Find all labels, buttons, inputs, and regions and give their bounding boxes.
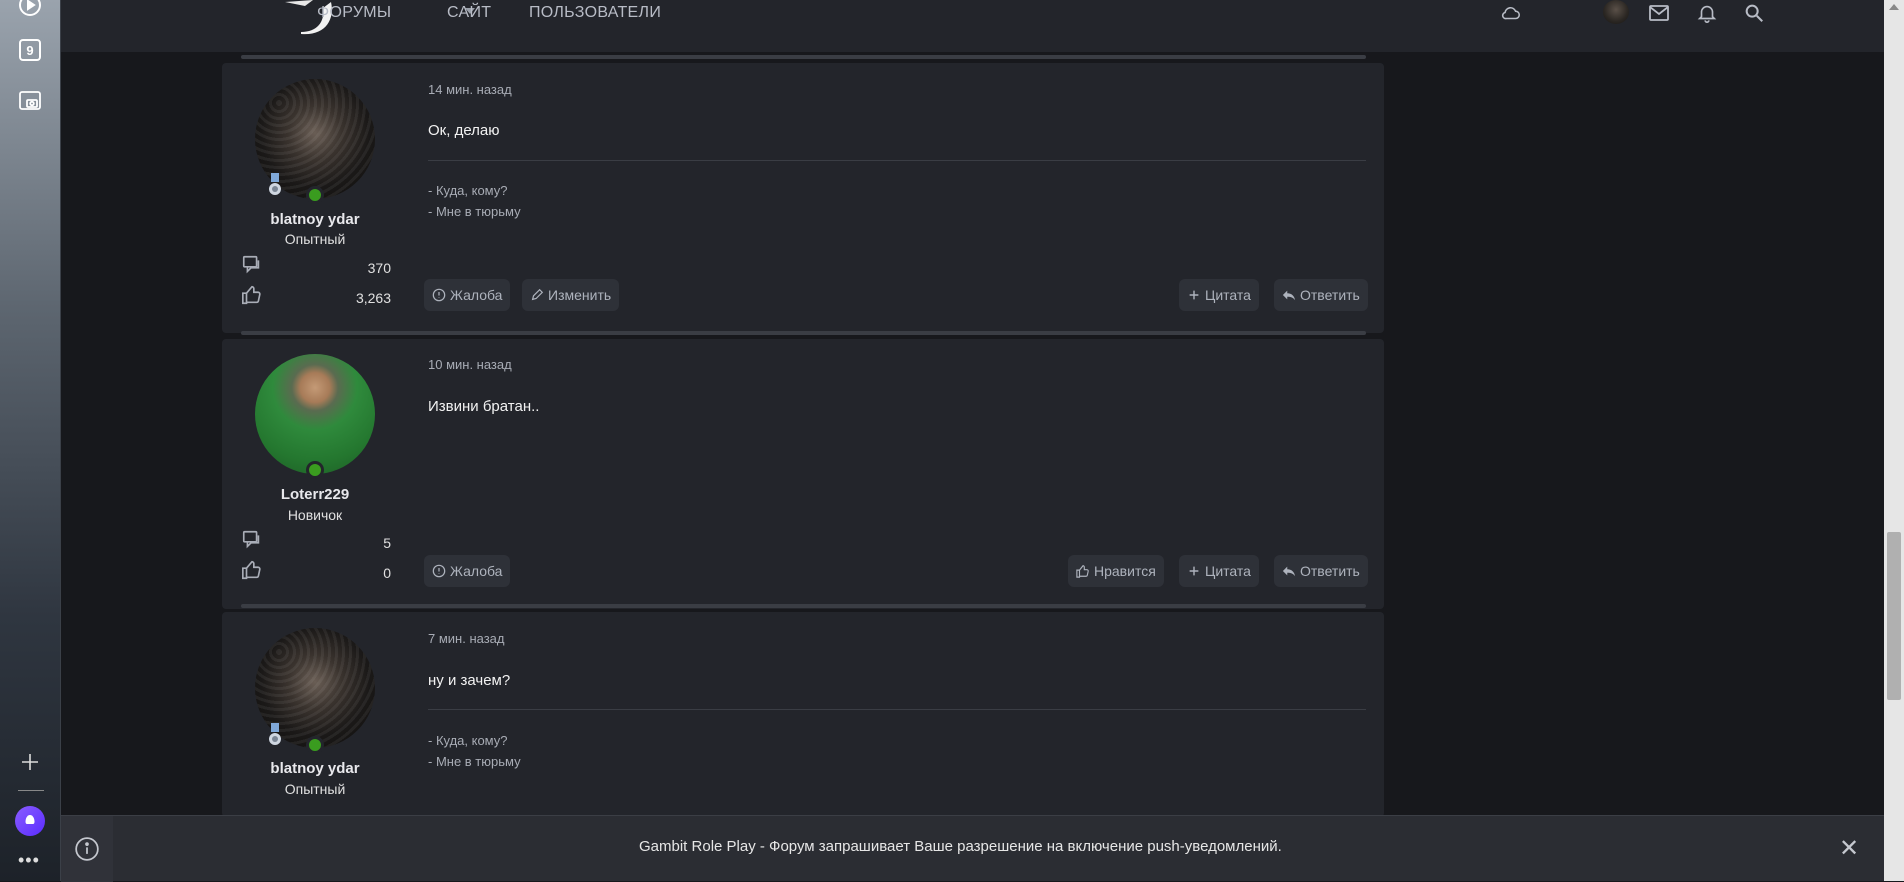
mail-icon[interactable] xyxy=(1646,0,1672,26)
post-username[interactable]: blatnoy ydar xyxy=(215,211,415,228)
report-label: Жалоба xyxy=(450,563,503,579)
post-time[interactable]: 10 мин. назад xyxy=(428,357,512,372)
signature-line: - Мне в тюрьму xyxy=(428,754,521,769)
reactions-count: 3,263 xyxy=(355,290,391,306)
report-button[interactable]: Жалоба xyxy=(424,279,511,311)
reply-label: Ответить xyxy=(1300,563,1360,579)
browser-sidebar: 9 ••• xyxy=(0,0,61,881)
info-icon[interactable] xyxy=(61,816,113,882)
scrollbar[interactable] xyxy=(1884,0,1904,881)
pencil-icon xyxy=(531,288,544,301)
nav-site[interactable]: САЙТ xyxy=(447,4,491,22)
signature-line: - Куда, кому? xyxy=(428,733,508,748)
plus-icon xyxy=(1189,566,1199,576)
alice-assistant-icon[interactable] xyxy=(15,806,45,836)
messages-icon xyxy=(242,530,260,549)
medal-icon xyxy=(269,173,281,195)
edit-label: Изменить xyxy=(548,287,612,303)
cloud-icon[interactable] xyxy=(1498,0,1524,26)
scroll-up-icon[interactable] xyxy=(1889,4,1899,10)
tabs-counter-icon[interactable]: 9 xyxy=(17,37,43,63)
reactions-icon xyxy=(242,285,261,305)
online-status-icon xyxy=(306,186,324,204)
quote-label: Цитата xyxy=(1205,287,1251,303)
top-navigation: ФОРУМЫ САЙТ ПОЛЬЗОВАТЕЛИ xyxy=(61,0,1884,52)
post-time[interactable]: 7 мин. назад xyxy=(428,631,504,646)
post-user-title: Опытный xyxy=(284,231,346,247)
post-message: Ок, делаю xyxy=(428,122,500,139)
messages-icon xyxy=(242,255,260,274)
scrollbar-thumb[interactable] xyxy=(1887,532,1901,700)
online-status-icon xyxy=(306,736,324,754)
more-icon[interactable]: ••• xyxy=(18,850,40,871)
online-status-icon xyxy=(306,461,324,479)
post-user-title: Новичок xyxy=(287,507,343,523)
search-icon[interactable] xyxy=(1741,0,1767,26)
reply-icon xyxy=(1282,566,1296,577)
post-time[interactable]: 14 мин. назад xyxy=(428,82,512,97)
report-button[interactable]: Жалоба xyxy=(424,555,511,587)
signature-divider xyxy=(428,160,1366,161)
quote-label: Цитата xyxy=(1205,563,1251,579)
post-username[interactable]: blatnoy ydar xyxy=(215,760,415,777)
bell-icon[interactable] xyxy=(1694,0,1720,26)
signature-line: - Куда, кому? xyxy=(428,183,508,198)
quote-button[interactable]: Цитата xyxy=(1179,279,1259,311)
reply-label: Ответить xyxy=(1300,287,1360,303)
add-panel-icon[interactable] xyxy=(17,749,43,775)
user-avatar[interactable] xyxy=(255,354,375,474)
messages-count: 370 xyxy=(367,260,391,276)
medal-icon xyxy=(269,723,281,745)
signature-divider xyxy=(428,709,1366,710)
push-notification-bar: Gambit Role Play - Форум запрашивает Ваш… xyxy=(61,815,1884,882)
signature-line: - Мне в тюрьму xyxy=(428,204,521,219)
reactions-count: 0 xyxy=(383,565,391,581)
tabs-counter: 9 xyxy=(19,39,41,61)
post-username[interactable]: Loterr229 xyxy=(215,486,415,503)
post-divider xyxy=(241,331,1366,335)
reply-button[interactable]: Ответить xyxy=(1274,279,1368,311)
edit-button[interactable]: Изменить xyxy=(522,279,620,311)
post-user-title: Опытный xyxy=(284,781,346,797)
user-avatar[interactable] xyxy=(1603,0,1629,24)
reply-button[interactable]: Ответить xyxy=(1274,555,1368,587)
like-button[interactable]: Нравится xyxy=(1068,555,1164,587)
report-label: Жалоба xyxy=(450,287,503,303)
alert-icon xyxy=(432,288,446,302)
sidebar-divider xyxy=(18,790,44,791)
alert-icon xyxy=(432,564,446,578)
post-message: Извини братан.. xyxy=(428,398,540,415)
nav-forums[interactable]: ФОРУМЫ xyxy=(317,4,391,22)
close-icon[interactable]: ✕ xyxy=(1839,834,1859,863)
screenshot-icon[interactable] xyxy=(17,88,43,114)
play-icon[interactable] xyxy=(17,0,43,18)
nav-users[interactable]: ПОЛЬЗОВАТЕЛИ xyxy=(529,4,661,22)
notification-text: Gambit Role Play - Форум запрашивает Ваш… xyxy=(639,838,1282,855)
like-label: Нравится xyxy=(1094,563,1156,579)
post-divider xyxy=(241,55,1366,59)
plus-icon xyxy=(1189,290,1199,300)
reactions-icon xyxy=(242,560,261,580)
thumbs-up-icon xyxy=(1076,565,1089,578)
post-message: ну и зачем? xyxy=(428,672,511,689)
post-divider xyxy=(241,604,1366,608)
messages-count: 5 xyxy=(383,535,391,551)
quote-button[interactable]: Цитата xyxy=(1179,555,1259,587)
reply-icon xyxy=(1282,290,1296,301)
